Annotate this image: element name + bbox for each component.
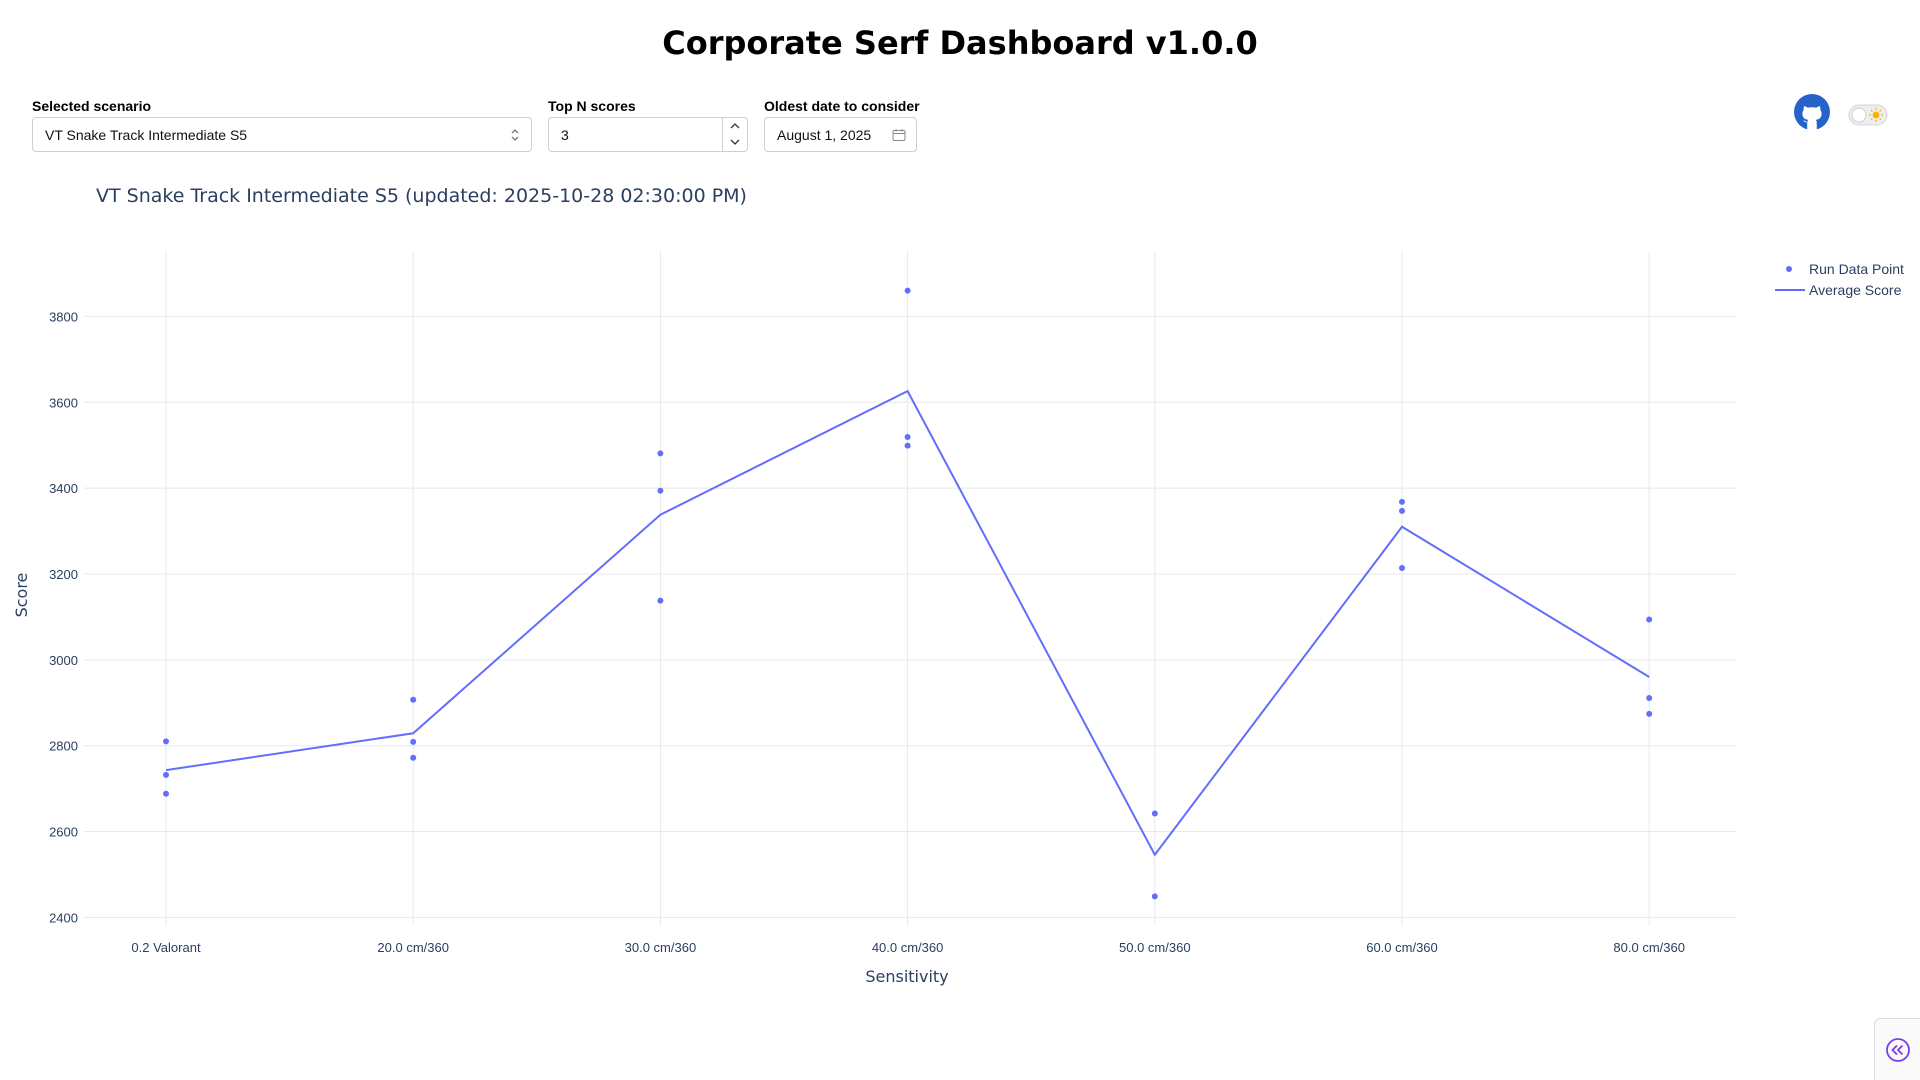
run-data-point[interactable] xyxy=(1646,616,1653,623)
run-data-point[interactable] xyxy=(1151,893,1158,900)
run-data-point[interactable] xyxy=(657,487,664,494)
legend-label-average[interactable]: Average Score xyxy=(1809,282,1902,298)
y-tick-label: 3200 xyxy=(49,567,78,582)
x-tick-label: 0.2 Valorant xyxy=(131,940,201,955)
run-data-point[interactable] xyxy=(904,287,911,294)
x-tick-label: 30.0 cm/360 xyxy=(625,940,697,955)
x-axis-title: Sensitivity xyxy=(865,967,948,986)
run-data-point[interactable] xyxy=(1646,695,1653,702)
run-data-point[interactable] xyxy=(657,450,664,457)
y-tick-label: 3000 xyxy=(49,653,78,668)
topn-label: Top N scores xyxy=(548,98,636,114)
topn-stepper xyxy=(722,118,747,151)
run-data-point[interactable] xyxy=(904,442,911,449)
y-tick-label: 3800 xyxy=(49,309,78,324)
theme-toggle-icon[interactable] xyxy=(1848,104,1888,126)
run-data-point[interactable] xyxy=(657,597,664,604)
run-data-point[interactable] xyxy=(1399,564,1405,571)
run-data-point[interactable] xyxy=(163,738,169,745)
decrement-button[interactable] xyxy=(723,134,747,150)
x-tick-label: 80.0 cm/360 xyxy=(1613,940,1685,955)
legend-label-run-data[interactable]: Run Data Point xyxy=(1809,261,1904,277)
topn-input[interactable]: 3 xyxy=(548,117,748,152)
scenario-label: Selected scenario xyxy=(32,98,152,114)
run-data-point[interactable] xyxy=(904,434,911,441)
chevron-up-down-icon xyxy=(511,129,519,141)
x-tick-label: 20.0 cm/360 xyxy=(377,940,449,955)
scenario-select-value: VT Snake Track Intermediate S5 xyxy=(45,126,248,143)
date-input[interactable]: August 1, 2025 xyxy=(764,117,917,152)
run-data-point[interactable] xyxy=(1399,507,1405,514)
x-tick-label: 50.0 cm/360 xyxy=(1119,940,1191,955)
increment-button[interactable] xyxy=(723,118,747,134)
y-tick-label: 2800 xyxy=(49,739,78,754)
scenario-select[interactable]: VT Snake Track Intermediate S5 xyxy=(32,117,532,152)
run-data-point[interactable] xyxy=(163,771,169,778)
run-data-point[interactable] xyxy=(410,738,417,745)
y-axis-title: Score xyxy=(12,573,31,618)
date-input-value: August 1, 2025 xyxy=(777,126,872,143)
chevron-down-icon xyxy=(730,139,740,145)
chart-title: VT Snake Track Intermediate S5 (updated:… xyxy=(96,185,747,207)
run-data-point[interactable] xyxy=(410,754,417,761)
github-icon[interactable] xyxy=(1794,94,1830,130)
run-data-point[interactable] xyxy=(163,790,169,797)
calendar-icon[interactable] xyxy=(892,128,906,142)
topn-input-value: 3 xyxy=(561,126,569,143)
sidebar-toggle-button[interactable] xyxy=(1874,1018,1920,1080)
run-data-point[interactable] xyxy=(410,696,417,703)
y-tick-label: 2600 xyxy=(49,825,78,840)
app-title: Corporate Serf Dashboard v1.0.0 xyxy=(662,24,1258,62)
date-label: Oldest date to consider xyxy=(764,98,920,114)
run-data-point[interactable] xyxy=(1399,498,1405,505)
chevron-up-icon xyxy=(730,123,740,129)
chevrons-left-icon xyxy=(1885,1037,1910,1062)
x-tick-label: 60.0 cm/360 xyxy=(1366,940,1438,955)
legend-marker-run-data xyxy=(1786,266,1792,272)
y-tick-label: 3400 xyxy=(49,481,78,496)
legend[interactable]: Run Data Point Average Score xyxy=(1775,261,1904,298)
run-data-point[interactable] xyxy=(1646,710,1653,717)
score-chart: 2400 2600 2800 3000 3200 3400 3600 3800 0.2 Valo… xyxy=(12,185,1904,986)
run-data-point[interactable] xyxy=(1151,810,1158,817)
y-tick-label: 2400 xyxy=(49,910,78,925)
y-tick-label: 3600 xyxy=(49,395,78,410)
x-tick-label: 40.0 cm/360 xyxy=(872,940,944,955)
